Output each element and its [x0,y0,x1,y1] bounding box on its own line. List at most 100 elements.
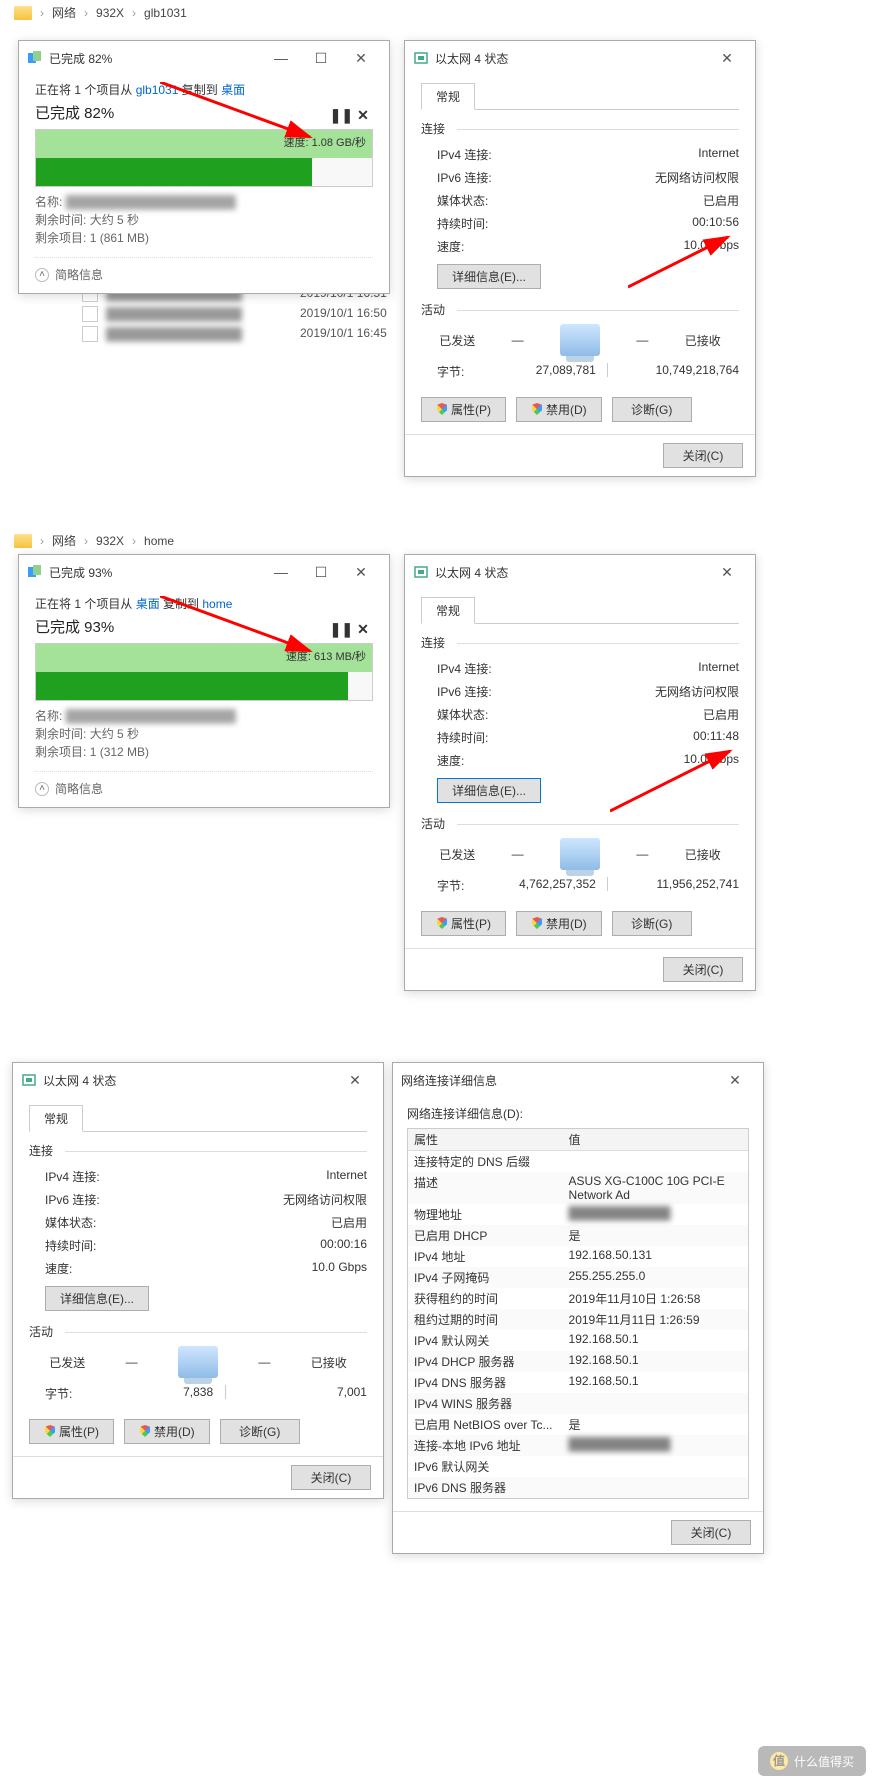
tab-general[interactable]: 常规 [421,597,475,624]
cancel-button[interactable]: ✕ [353,107,373,124]
group-connection: 连接 [29,1142,367,1159]
diagnose-button[interactable]: 诊断(G) [612,911,692,936]
detail-row[interactable]: IPv4 DNS 服务器192.168.50.1 [408,1372,748,1393]
crumb-host[interactable]: 932X [96,6,124,20]
diagnose-button[interactable]: 诊断(G) [220,1419,300,1444]
col-property[interactable]: 属性 [408,1129,563,1150]
details-button[interactable]: 详细信息(E)... [45,1286,149,1311]
tab-general[interactable]: 常规 [421,83,475,110]
ipv6-value: 无网络访问权限 [655,169,739,186]
brief-toggle[interactable]: ˄简略信息 [35,771,373,797]
details-button[interactable]: 详细信息(E)... [437,264,541,289]
media-value: 已启用 [703,706,739,723]
detail-property: 已启用 DHCP [408,1225,563,1246]
copy-dst-link[interactable]: home [202,597,232,611]
detail-row[interactable]: IPv4 DHCP 服务器192.168.50.1 [408,1351,748,1372]
media-value: 已启用 [703,192,739,209]
crumb-network[interactable]: 网络 [52,532,76,549]
detail-property: IPv4 DNS 服务器 [408,1372,563,1393]
close-button[interactable]: 关闭(C) [663,443,743,468]
file-icon [82,326,98,342]
crumb-network[interactable]: 网络 [52,4,76,21]
chevron-up-icon: ˄ [35,268,49,282]
close-button[interactable]: ✕ [715,1069,755,1091]
copy-dst-link[interactable]: 桌面 [221,83,245,97]
crumb-folder[interactable]: home [144,534,174,548]
details-button[interactable]: 详细信息(E)... [437,778,541,803]
close-button[interactable]: ✕ [341,47,381,69]
pause-button[interactable]: ❚❚ [330,107,350,124]
sent-bytes: 4,762,257,352 [475,877,596,894]
detail-property: IPv6 DNS 服务器 [408,1477,563,1498]
dash-icon: — [258,1355,270,1369]
maximize-button[interactable]: ☐ [301,47,341,69]
detail-row[interactable]: IPv4 WINS 服务器 [408,1393,748,1414]
copy-dialog-2: 已完成 93% — ☐ ✕ 正在将 1 个项目从 桌面 复制到 home 已完成… [18,554,390,808]
copy-src-link[interactable]: 桌面 [136,597,160,611]
close-button[interactable]: ✕ [707,47,747,69]
group-activity: 活动 [421,301,739,318]
properties-button[interactable]: 属性(P) [29,1419,114,1444]
disable-button[interactable]: 禁用(D) [516,397,602,422]
copy-progress-text: 已完成 82% [35,102,373,123]
cancel-button[interactable]: ✕ [353,621,373,638]
detail-row[interactable]: IPv4 地址192.168.50.131 [408,1246,748,1267]
copy-speed-graph: 速度: 1.08 GB/秒 [35,129,373,187]
detail-row[interactable]: 连接特定的 DNS 后缀 [408,1151,748,1172]
detail-row[interactable]: 描述ASUS XG-C100C 10G PCI-E Network Ad [408,1172,748,1204]
detail-value: 255.255.255.0 [563,1267,748,1288]
detail-property: 获得租约的时间 [408,1288,563,1309]
computer-icon [560,324,600,356]
close-button[interactable]: ✕ [335,1069,375,1091]
file-name: ████████████████ [106,307,242,321]
detail-row[interactable]: IPv6 DNS 服务器 [408,1477,748,1498]
close-button[interactable]: ✕ [341,561,381,583]
breadcrumb-1[interactable]: › 网络 › 932X › glb1031 [0,0,874,25]
close-button[interactable]: 关闭(C) [663,957,743,982]
disable-button[interactable]: 禁用(D) [124,1419,210,1444]
brief-toggle[interactable]: ˄简略信息 [35,257,373,283]
detail-row[interactable]: 租约过期的时间2019年11月11日 1:26:59 [408,1309,748,1330]
detail-property: IPv4 子网掩码 [408,1267,563,1288]
detail-property: 连接-本地 IPv6 地址 [408,1435,563,1456]
copy-speed-graph: 速度: 613 MB/秒 [35,643,373,701]
detail-row[interactable]: 已启用 DHCP是 [408,1225,748,1246]
details-list[interactable]: 属性 值 连接特定的 DNS 后缀描述ASUS XG-C100C 10G PCI… [407,1128,749,1499]
connection-details: 网络连接详细信息 ✕ 网络连接详细信息(D): 属性 值 连接特定的 DNS 后… [392,1062,764,1554]
crumb-folder[interactable]: glb1031 [144,6,187,20]
close-button[interactable]: ✕ [707,561,747,583]
detail-row[interactable]: 获得租约的时间2019年11月10日 1:26:58 [408,1288,748,1309]
sent-bytes: 27,089,781 [475,363,596,380]
detail-row[interactable]: IPv6 默认网关 [408,1456,748,1477]
detail-value: 是 [563,1225,748,1246]
detail-value: 192.168.50.1 [563,1351,748,1372]
close-button[interactable]: 关闭(C) [291,1465,371,1490]
ethernet-icon [413,50,429,66]
crumb-host[interactable]: 932X [96,534,124,548]
media-label: 媒体状态: [437,192,488,209]
properties-button[interactable]: 属性(P) [421,911,506,936]
watermark-icon: 值 [770,1752,788,1770]
shield-icon [44,1425,56,1437]
detail-row[interactable]: 已启用 NetBIOS over Tc...是 [408,1414,748,1435]
detail-row[interactable]: 物理地址████████████ [408,1204,748,1225]
disable-button[interactable]: 禁用(D) [516,911,602,936]
detail-row[interactable]: 连接-本地 IPv6 地址████████████ [408,1435,748,1456]
copy-src-link[interactable]: glb1031 [136,83,179,97]
maximize-button[interactable]: ☐ [301,561,341,583]
tab-general[interactable]: 常规 [29,1105,83,1132]
pause-button[interactable]: ❚❚ [330,621,350,638]
speed-value: 10.0 Gbps [684,238,739,255]
minimize-button[interactable]: — [261,47,301,69]
minimize-button[interactable]: — [261,561,301,583]
detail-row[interactable]: IPv4 子网掩码255.255.255.0 [408,1267,748,1288]
eth-status-3: 以太网 4 状态 ✕ 常规 连接 IPv4 连接:Internet IPv6 连… [12,1062,384,1499]
sent-label: 已发送 [49,1354,85,1371]
diagnose-button[interactable]: 诊断(G) [612,397,692,422]
properties-button[interactable]: 属性(P) [421,397,506,422]
breadcrumb-2[interactable]: › 网络 › 932X › home [0,528,874,553]
close-button[interactable]: 关闭(C) [671,1520,751,1545]
folder-icon [14,534,32,548]
detail-row[interactable]: IPv4 默认网关192.168.50.1 [408,1330,748,1351]
col-value[interactable]: 值 [563,1129,748,1150]
